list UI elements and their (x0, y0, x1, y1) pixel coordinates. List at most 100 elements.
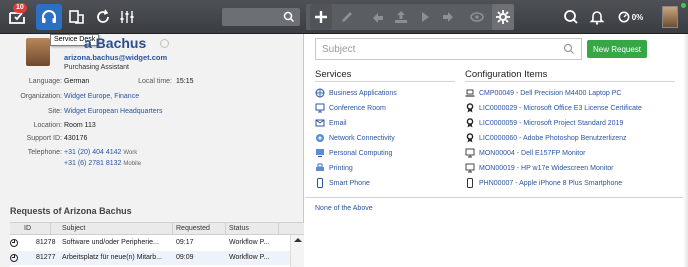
contact-job-title: Purchasing Assistant (64, 64, 129, 71)
col-subject[interactable]: Subject (62, 225, 85, 232)
upload-icon (395, 11, 407, 23)
service-printing[interactable]: Printing (315, 162, 353, 174)
col-status[interactable]: Status (229, 225, 249, 232)
gauge-icon (618, 11, 630, 23)
availability-icon (160, 39, 169, 48)
subject-input[interactable] (316, 39, 556, 59)
bell-icon (589, 11, 605, 25)
license-ribbon-icon (465, 118, 475, 128)
organization-label: Organization: (20, 93, 62, 100)
add-button[interactable] (310, 4, 332, 30)
config-item-mon00019[interactable]: MON00019 - HP w17e Widescreen Monitor (465, 162, 613, 174)
service-network-connectivity[interactable]: Network Connectivity (315, 132, 395, 144)
phone-work-type: Work (123, 150, 138, 156)
config-item-lic0000060[interactable]: LIC0000060 - Adobe Photoshop Benutzerliz… (465, 132, 627, 144)
service-desk-button[interactable] (36, 4, 62, 30)
view-button[interactable] (466, 4, 488, 30)
user-avatar-button[interactable] (660, 4, 680, 30)
new-request-button[interactable]: New Request (587, 40, 647, 58)
scroll-up-arrow-icon[interactable] (294, 238, 302, 242)
envelope-icon (315, 118, 325, 128)
play-icon (422, 12, 429, 22)
site-label: Site: (47, 108, 62, 115)
sliders-icon (120, 11, 134, 23)
search-icon[interactable] (563, 43, 575, 55)
config-item-label: MON00019 - HP w17e Widescreen Monitor (479, 164, 614, 172)
notifications-button[interactable] (586, 4, 608, 30)
forward-button[interactable] (438, 4, 460, 30)
license-ribbon-icon (465, 133, 475, 143)
service-label: Smart Phone (329, 179, 370, 187)
refresh-button[interactable] (92, 4, 114, 30)
service-business-applications[interactable]: Business Applications (315, 87, 397, 99)
service-label: Business Applications (329, 89, 397, 97)
toolbar-search[interactable] (222, 8, 300, 26)
upload-button[interactable] (390, 4, 412, 30)
request-requested: 09:09 (176, 254, 194, 261)
config-item-cmp00049[interactable]: CMP00049 - Dell Precision M4400 Laptop P… (465, 87, 621, 99)
plus-icon (315, 11, 327, 23)
organization-value[interactable]: Widget Europe, Finance (64, 93, 139, 100)
search-icon (283, 11, 295, 23)
settings-sliders-button[interactable] (116, 4, 138, 30)
col-id[interactable]: ID (24, 225, 31, 232)
edit-button[interactable] (336, 4, 358, 30)
local-time-value: 15:15 (176, 78, 194, 85)
subject-field[interactable] (315, 38, 582, 60)
contact-email[interactable]: arizona.bachus@widget.com (64, 53, 167, 62)
service-label: Printing (329, 164, 353, 172)
chat-button[interactable] (560, 4, 582, 30)
monitor-icon (465, 163, 475, 173)
list-divider (305, 197, 688, 198)
language-value: German (64, 78, 90, 85)
config-item-lic0000029[interactable]: LIC0000029 - Microsoft Office E3 License… (465, 102, 642, 114)
online-indicator (681, 3, 686, 8)
config-items-divider (465, 81, 675, 82)
chat-icon (564, 10, 578, 24)
config-item-phn00007[interactable]: PHN00007 - Apple iPhone 8 Plus Smartphon… (465, 177, 622, 189)
contact-avatar (26, 38, 50, 66)
gear-menu-button[interactable] (492, 4, 514, 30)
contact-name: a Bachus (84, 35, 147, 51)
config-item-label: LIC0000059 - Microsoft Project Standard … (479, 119, 624, 127)
back-button[interactable] (366, 4, 388, 30)
table-row[interactable]: 81278 Software und/oder Peripherie... 09… (10, 236, 290, 250)
toolbar: 10 0% (0, 0, 688, 34)
panel-edge (683, 34, 688, 267)
support-id-value: 430176 (64, 135, 88, 142)
requests-table: ID Subject Requested Status 81278 Softwa… (10, 222, 304, 267)
phone-mobile-number[interactable]: +31 (6) 2781 8132 (64, 160, 121, 167)
service-label: Network Connectivity (329, 134, 395, 142)
site-value[interactable]: Widget European Headquarters (64, 108, 162, 115)
play-button[interactable] (414, 4, 436, 30)
progress-button[interactable]: 0% (612, 4, 648, 30)
service-personal-computing[interactable]: Personal Computing (315, 147, 392, 159)
service-smart-phone[interactable]: Smart Phone (315, 177, 370, 189)
network-icon (315, 133, 325, 143)
none-of-the-above-link[interactable]: None of the Above (315, 205, 373, 212)
requests-scrollbar[interactable] (290, 235, 304, 267)
copy-button[interactable] (66, 4, 88, 30)
request-requested: 09:17 (176, 239, 194, 246)
phone-work-number[interactable]: +31 (20) 404 4142 (64, 149, 121, 156)
progress-percent: 0% (631, 12, 644, 22)
requests-title: Requests of Arizona Bachus (10, 206, 132, 216)
gear-icon (496, 10, 510, 24)
service-conference-room[interactable]: Conference Room (315, 102, 386, 114)
location-value: Room 113 (64, 122, 96, 129)
service-email[interactable]: Email (315, 117, 347, 129)
col-separator (278, 223, 279, 235)
request-id: 81277 (36, 254, 56, 261)
back-arrow-icon (373, 13, 383, 23)
service-label: Personal Computing (329, 149, 393, 157)
request-status-icon (10, 254, 18, 262)
license-ribbon-icon (465, 103, 475, 113)
table-row[interactable]: 81277 Arbeitsplatz für neue(n) Mitarb...… (10, 251, 290, 265)
request-status-icon (10, 239, 18, 247)
col-requested[interactable]: Requested (176, 225, 210, 232)
config-items-title: Configuration Items (465, 69, 548, 80)
config-item-mon00004[interactable]: MON00004 - Dell E157FP Monitor (465, 147, 585, 159)
request-subject: Software und/oder Peripherie... (62, 239, 159, 246)
computer-icon (315, 148, 325, 158)
config-item-lic0000059[interactable]: LIC0000059 - Microsoft Project Standard … (465, 117, 623, 129)
